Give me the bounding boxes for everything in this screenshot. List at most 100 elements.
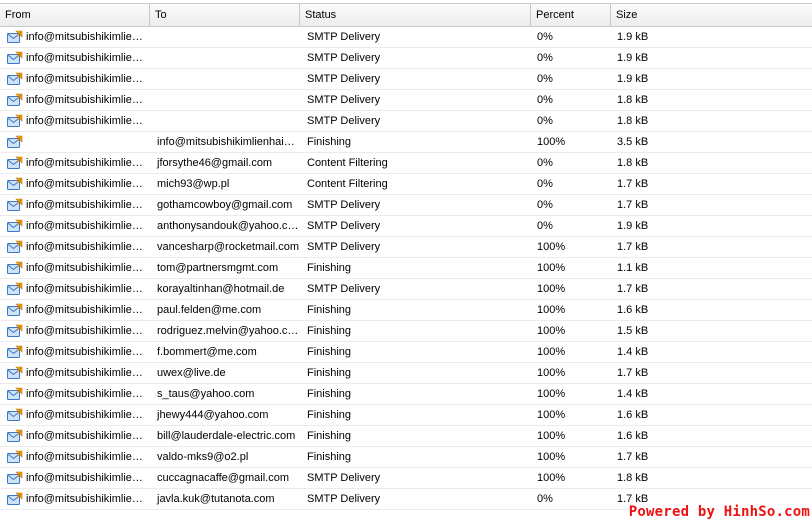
table-row[interactable]: info@mitsubishikimlienhaiphong.com anthon… xyxy=(0,216,812,237)
table-row[interactable]: info@mitsubishikimlienhaiphong.com tom@pa… xyxy=(0,258,812,279)
status-text: Finishing xyxy=(307,409,352,421)
status-text: SMTP Delivery xyxy=(307,220,381,232)
size-value: 1.8 kB xyxy=(617,472,649,484)
to-address: tom@partnersmgmt.com xyxy=(157,262,279,274)
percent-value: 0% xyxy=(537,157,553,169)
size-value: 1.1 kB xyxy=(617,262,649,274)
size-value: 1.7 kB xyxy=(617,367,649,379)
from-address: info@mitsubishikimlienhaiphong.com xyxy=(26,93,144,106)
from-address: info@mitsubishikimlienhaiphong.com xyxy=(26,156,144,169)
to-address: f.bommert@me.com xyxy=(157,346,257,358)
column-header-size[interactable]: Size xyxy=(611,4,812,26)
column-header-to[interactable]: To xyxy=(150,4,300,26)
from-address: info@mitsubishikimlienhaiphong.com xyxy=(26,240,144,253)
status-text: Finishing xyxy=(307,388,352,400)
to-address: anthonysandouk@yahoo.com xyxy=(157,220,300,232)
mail-envelope-icon xyxy=(7,387,23,401)
cell-from: info@mitsubishikimlienhaiphong.com xyxy=(0,153,150,173)
percent-value: 100% xyxy=(537,241,566,253)
status-text: SMTP Delivery xyxy=(307,283,381,295)
status-text: SMTP Delivery xyxy=(307,94,381,106)
to-address: javla.kuk@tutanota.com xyxy=(157,493,275,505)
table-row[interactable]: info@mitsubishikimlienhaiphong.com paul.f… xyxy=(0,300,812,321)
table-row[interactable]: info@mitsubishikimlienhaiphong.com jhewy4… xyxy=(0,405,812,426)
mail-envelope-icon xyxy=(7,72,23,86)
mail-envelope-icon xyxy=(7,93,23,107)
table-row[interactable]: info@mitsubishikimlienhaiphong.com koraya… xyxy=(0,279,812,300)
table-row[interactable]: info@mitsubishikimlienhaiphong.com mich93… xyxy=(0,174,812,195)
from-address: info@mitsubishikimlienhaiphong.com xyxy=(26,198,144,211)
table-row[interactable]: info@mitsubishikimlienhaiphong.com cuccag… xyxy=(0,468,812,489)
size-value: 1.5 kB xyxy=(617,325,649,337)
table-row[interactable]: info@mitsubishikimlienhaiphong.com s_taus… xyxy=(0,384,812,405)
to-address xyxy=(150,27,300,47)
to-address: gothamcowboy@gmail.com xyxy=(157,199,293,211)
size-value: 1.7 kB xyxy=(617,283,649,295)
table-row[interactable]: info@mitsubishikimlienhaiphong.com SMTP D… xyxy=(0,111,812,132)
to-address: jhewy444@yahoo.com xyxy=(157,409,269,421)
size-value: 1.6 kB xyxy=(617,430,649,442)
table-row[interactable]: info@mitsubishikimlienhaiphong.com bill@l… xyxy=(0,426,812,447)
percent-value: 0% xyxy=(537,220,553,232)
column-header-status[interactable]: Status xyxy=(300,4,531,26)
column-header-percent[interactable]: Percent xyxy=(531,4,611,26)
cell-from: info@mitsubishikimlienhaiphong.com xyxy=(0,363,150,383)
cell-from: info@mitsubishikimlienhaiphong.com xyxy=(0,48,150,68)
table-row[interactable]: info@mitsubishikimlienhaiphong.com SMTP D… xyxy=(0,69,812,90)
to-address: valdo-mks9@o2.pl xyxy=(157,451,249,463)
status-text: Finishing xyxy=(307,451,352,463)
table-row[interactable]: info@mitsubishikimlienhaiphong.com uwex@l… xyxy=(0,363,812,384)
to-address: mich93@wp.pl xyxy=(157,178,230,190)
mail-envelope-icon xyxy=(7,114,23,128)
size-value: 1.4 kB xyxy=(617,388,649,400)
status-text: Finishing xyxy=(307,262,352,274)
watermark: Powered by HinhSo.com xyxy=(628,504,810,520)
mail-envelope-icon xyxy=(7,471,23,485)
to-address xyxy=(150,48,300,68)
from-address: info@mitsubishikimlienhaiphong.com xyxy=(26,219,144,232)
to-address: info@mitsubishikimlienhaiphong.com xyxy=(157,136,300,148)
cell-from: info@mitsubishikimlienhaiphong.com xyxy=(0,174,150,194)
table-row[interactable]: info@mitsubishikimlienhaiphong.com SMTP D… xyxy=(0,48,812,69)
mail-envelope-icon xyxy=(7,324,23,338)
column-header-from[interactable]: From xyxy=(0,4,150,26)
from-address: info@mitsubishikimlienhaiphong.com xyxy=(26,177,144,190)
table-row[interactable]: info@mitsubishikimlienhaiphong.com vances… xyxy=(0,237,812,258)
table-row[interactable]: info@mitsubishikimlienhaiphong.com gotham… xyxy=(0,195,812,216)
table-row[interactable]: info@mitsubishikimlienhaiphong.com Finish… xyxy=(0,132,812,153)
cell-from: info@mitsubishikimlienhaiphong.com xyxy=(0,69,150,89)
from-address: info@mitsubishikimlienhaiphong.com xyxy=(26,303,144,316)
table-row[interactable]: info@mitsubishikimlienhaiphong.com f.bomm… xyxy=(0,342,812,363)
mail-envelope-icon xyxy=(7,408,23,422)
mail-envelope-icon xyxy=(7,156,23,170)
percent-value: 0% xyxy=(537,115,553,127)
status-text: SMTP Delivery xyxy=(307,199,381,211)
to-address xyxy=(150,69,300,89)
percent-value: 0% xyxy=(537,31,553,43)
status-text: Content Filtering xyxy=(307,178,388,190)
status-text: Finishing xyxy=(307,325,352,337)
size-value: 1.9 kB xyxy=(617,31,649,43)
to-address: jforsythe46@gmail.com xyxy=(157,157,273,169)
from-address: info@mitsubishikimlienhaiphong.com xyxy=(26,261,144,274)
percent-value: 100% xyxy=(537,451,566,463)
table-row[interactable]: info@mitsubishikimlienhaiphong.com SMTP D… xyxy=(0,90,812,111)
cell-from: info@mitsubishikimlienhaiphong.com xyxy=(0,258,150,278)
table-row[interactable]: info@mitsubishikimlienhaiphong.com SMTP D… xyxy=(0,27,812,48)
cell-from: info@mitsubishikimlienhaiphong.com xyxy=(0,447,150,467)
to-address xyxy=(150,111,300,131)
percent-value: 100% xyxy=(537,136,566,148)
status-text: Finishing xyxy=(307,367,352,379)
cell-from: info@mitsubishikimlienhaiphong.com xyxy=(0,384,150,404)
table-row[interactable]: info@mitsubishikimlienhaiphong.com valdo-… xyxy=(0,447,812,468)
from-address: info@mitsubishikimlienhaiphong.com xyxy=(26,114,144,127)
mail-envelope-icon xyxy=(7,240,23,254)
table-row[interactable]: info@mitsubishikimlienhaiphong.com jforsy… xyxy=(0,153,812,174)
percent-value: 100% xyxy=(537,367,566,379)
percent-value: 100% xyxy=(537,430,566,442)
mail-envelope-icon xyxy=(7,219,23,233)
table-row[interactable]: info@mitsubishikimlienhaiphong.com rodrig… xyxy=(0,321,812,342)
percent-value: 0% xyxy=(537,178,553,190)
percent-value: 100% xyxy=(537,304,566,316)
from-address: info@mitsubishikimlienhaiphong.com xyxy=(26,72,144,85)
